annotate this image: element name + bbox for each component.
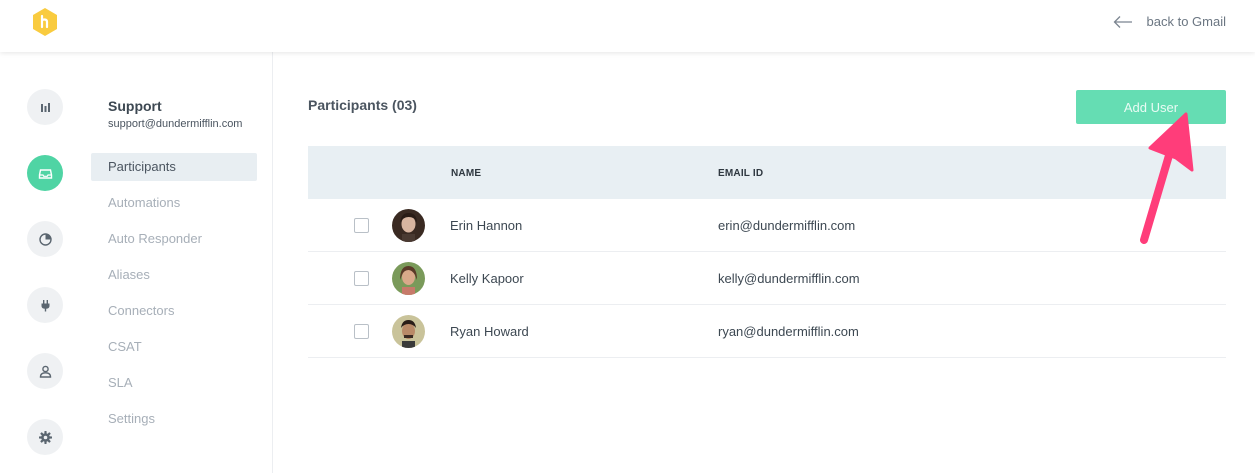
participant-name: Erin Hannon bbox=[450, 218, 523, 233]
inbox-icon bbox=[38, 168, 52, 179]
pie-chart-icon bbox=[38, 232, 52, 246]
nav-item-aliases[interactable]: Aliases bbox=[91, 261, 257, 289]
icon-rail bbox=[0, 52, 90, 473]
participant-name: Kelly Kapoor bbox=[450, 271, 524, 286]
nav-item-csat[interactable]: CSAT bbox=[91, 333, 257, 361]
participant-email: ryan@dundermifflin.com bbox=[718, 324, 859, 339]
inbox-settings-nav: Support support@dundermifflin.com Partic… bbox=[91, 52, 273, 473]
avatar bbox=[392, 209, 425, 242]
nav-item-automations[interactable]: Automations bbox=[91, 189, 257, 217]
inbox-name: Support bbox=[108, 98, 162, 114]
nav-item-connectors[interactable]: Connectors bbox=[91, 297, 257, 325]
back-link-label: back to Gmail bbox=[1146, 14, 1226, 29]
nav-item-auto-responder[interactable]: Auto Responder bbox=[91, 225, 257, 253]
table-row[interactable]: Kelly Kapoor kelly@dundermifflin.com bbox=[308, 252, 1226, 305]
column-header-email: EMAIL ID bbox=[718, 168, 764, 179]
avatar bbox=[392, 315, 425, 348]
row-checkbox[interactable] bbox=[354, 324, 369, 339]
arrow-left-icon bbox=[1113, 15, 1132, 28]
rail-contacts-button[interactable] bbox=[27, 353, 63, 389]
add-user-button[interactable]: Add User bbox=[1076, 90, 1226, 124]
nav-item-sla[interactable]: SLA bbox=[91, 369, 257, 397]
rail-settings-button[interactable] bbox=[27, 419, 63, 455]
gear-icon bbox=[38, 430, 52, 444]
participants-panel: Participants (03) Add User NAME EMAIL ID… bbox=[308, 52, 1226, 473]
avatar bbox=[392, 262, 425, 295]
participant-email: kelly@dundermifflin.com bbox=[718, 271, 860, 286]
nav-item-settings[interactable]: Settings bbox=[91, 405, 257, 433]
row-checkbox[interactable] bbox=[354, 271, 369, 286]
plug-icon bbox=[41, 299, 49, 311]
row-checkbox[interactable] bbox=[354, 218, 369, 233]
app-logo[interactable] bbox=[31, 7, 59, 37]
rail-integrations-button[interactable] bbox=[27, 287, 63, 323]
table-row[interactable]: Erin Hannon erin@dundermifflin.com bbox=[308, 199, 1226, 252]
rail-analytics-button[interactable] bbox=[27, 221, 63, 257]
user-icon bbox=[39, 365, 51, 378]
rail-reports-button[interactable] bbox=[27, 89, 63, 125]
nav-item-participants[interactable]: Participants bbox=[91, 153, 257, 181]
back-to-gmail-link[interactable]: back to Gmail bbox=[1113, 14, 1226, 29]
page-title: Participants (03) bbox=[308, 97, 417, 113]
table-row[interactable]: Ryan Howard ryan@dundermifflin.com bbox=[308, 305, 1226, 358]
participant-name: Ryan Howard bbox=[450, 324, 529, 339]
inbox-email: support@dundermifflin.com bbox=[108, 118, 243, 130]
column-header-name: NAME bbox=[451, 168, 482, 179]
rail-inbox-button[interactable] bbox=[27, 155, 63, 191]
participant-email: erin@dundermifflin.com bbox=[718, 218, 856, 233]
table-header: NAME EMAIL ID bbox=[308, 146, 1226, 199]
bar-chart-icon bbox=[40, 102, 50, 112]
top-bar: back to Gmail bbox=[0, 0, 1255, 52]
